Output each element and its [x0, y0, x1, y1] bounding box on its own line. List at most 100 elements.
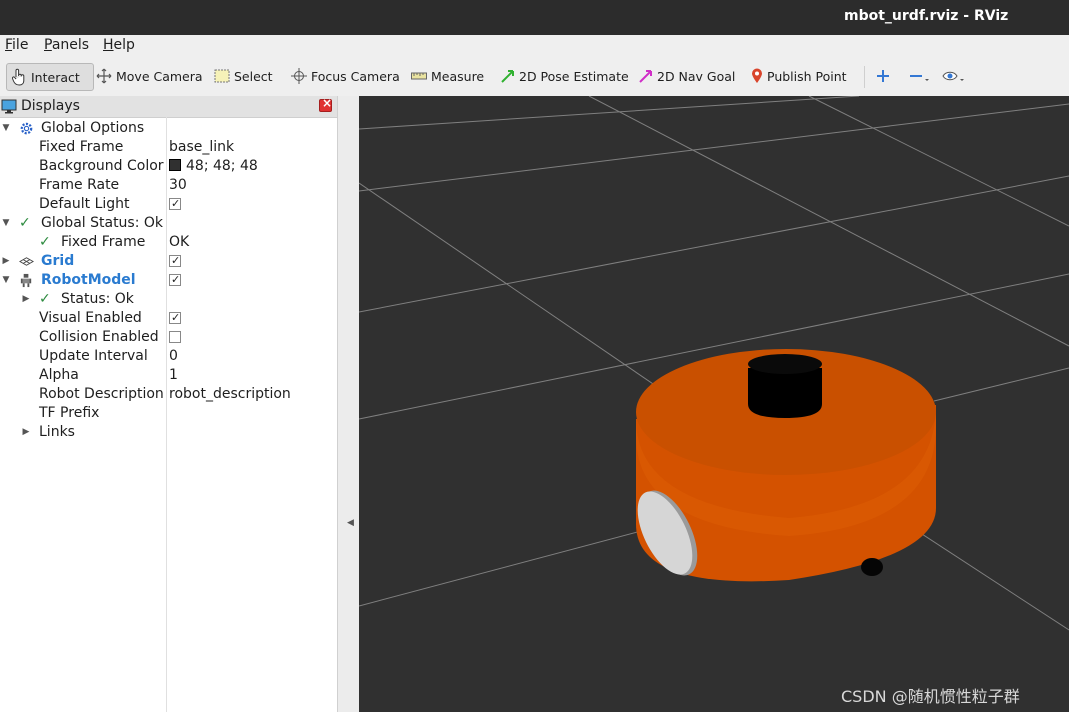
grid-checkbox[interactable] [169, 251, 181, 270]
robot-model-label: RobotModel [41, 272, 136, 288]
property-row-default-light[interactable]: Default Light [0, 194, 337, 214]
property-row-tf-prefix[interactable]: TF Prefix [0, 404, 337, 423]
robot-description-label: Robot Description [39, 386, 164, 402]
add-tool-button[interactable] [876, 63, 890, 89]
plus-icon [877, 70, 889, 82]
collapse-arrow-icon[interactable]: ▶ [21, 290, 31, 309]
robot-model[interactable] [626, 349, 936, 584]
collapse-arrow-icon[interactable]: ▶ [1, 252, 11, 271]
robot-description-value[interactable]: robot_description [169, 385, 291, 404]
collision-enabled-checkbox[interactable] [169, 331, 181, 343]
close-panel-button[interactable] [319, 96, 332, 112]
select-tool-button[interactable]: Select [214, 63, 273, 89]
ruler-icon [411, 72, 427, 80]
fixed-frame-label: Fixed Frame [39, 139, 124, 155]
window-title: mbot_urdf.rviz - RViz [844, 8, 1009, 24]
nav-goal-tool-button[interactable]: 2D Nav Goal [639, 63, 735, 89]
robot-rear-caster [861, 558, 883, 576]
move-camera-label: Move Camera [116, 68, 203, 84]
gear-icon [20, 122, 33, 135]
tree-row-global-status[interactable]: ▼ ✓ Global Status: Ok [0, 214, 337, 233]
interact-tool-button[interactable]: Interact [6, 63, 94, 91]
publish-point-label: Publish Point [767, 68, 847, 84]
frame-rate-label: Frame Rate [39, 177, 120, 193]
focus-camera-tool-button[interactable]: Focus Camera [291, 63, 400, 89]
background-color-value[interactable]: 48; 48; 48 [169, 157, 258, 176]
alpha-value[interactable]: 1 [169, 366, 178, 385]
tree-row-grid[interactable]: ▶ Grid [0, 251, 337, 271]
pose-estimate-label: 2D Pose Estimate [519, 68, 629, 84]
property-row-status-fixed-frame[interactable]: ✓ Fixed Frame OK [0, 233, 337, 252]
status-ok-icon: ✓ [39, 291, 51, 307]
property-row-visual-enabled[interactable]: Visual Enabled [0, 308, 337, 328]
render-viewport[interactable] [359, 96, 1069, 712]
measure-label: Measure [431, 68, 485, 84]
frame-rate-value[interactable]: 30 [169, 176, 187, 195]
robot-sensor-cylinder [748, 368, 822, 418]
robot-icon [20, 273, 32, 288]
panel-splitter[interactable]: ◀ [337, 96, 360, 712]
update-interval-label: Update Interval [39, 348, 148, 364]
toolbar-separator [864, 66, 865, 88]
property-row-alpha[interactable]: Alpha 1 [0, 366, 337, 385]
hand-pointer-icon [11, 68, 25, 86]
fixed-frame-value[interactable]: base_link [169, 138, 234, 157]
status-fixed-frame-value: OK [169, 234, 190, 250]
tree-row-robot-model[interactable]: ▼ RobotModel [0, 270, 337, 290]
displays-panel-header: Displays [0, 96, 337, 118]
status-ok-icon: ✓ [19, 215, 31, 231]
eye-icon [942, 71, 964, 81]
measure-tool-button[interactable]: Measure [411, 63, 484, 89]
background-color-label: Background Color [39, 158, 164, 174]
visual-enabled-label: Visual Enabled [39, 310, 142, 326]
move-camera-tool-button[interactable]: Move Camera [96, 63, 203, 89]
view-tool-button[interactable] [942, 63, 964, 89]
toolbar: Interact Move Camera Select Focus Camera… [0, 57, 1069, 97]
publish-point-tool-button[interactable]: Publish Point [751, 63, 847, 89]
property-row-update-interval[interactable]: Update Interval 0 [0, 347, 337, 366]
property-row-fixed-frame[interactable]: Fixed Frame base_link [0, 138, 337, 157]
property-row-background-color[interactable]: Background Color 48; 48; 48 [0, 157, 337, 176]
global-options-label: Global Options [41, 120, 145, 136]
menu-help[interactable]: Help [103, 37, 135, 53]
visual-enabled-checkbox[interactable] [169, 308, 181, 327]
green-arrow-icon [501, 70, 514, 83]
collision-enabled-label: Collision Enabled [39, 329, 159, 345]
collapse-arrow-icon[interactable]: ▶ [21, 423, 31, 442]
color-swatch [169, 159, 181, 171]
watermark: CSDN @随机惯性粒子群 [841, 687, 1020, 706]
expand-arrow-icon[interactable]: ▼ [1, 119, 11, 138]
menu-panels[interactable]: Panels [44, 37, 89, 53]
collapse-left-icon[interactable]: ◀ [347, 518, 354, 528]
property-row-robot-description[interactable]: Robot Description robot_description [0, 385, 337, 404]
monitor-icon [1, 99, 17, 114]
focus-camera-label: Focus Camera [311, 68, 400, 84]
default-light-checkbox[interactable] [169, 194, 181, 213]
interact-label: Interact [31, 69, 80, 85]
map-pin-icon [752, 68, 762, 83]
window-title-bar: mbot_urdf.rviz - RViz [0, 0, 1069, 35]
tf-prefix-label: TF Prefix [39, 405, 100, 421]
menu-bar: File Panels Help [0, 35, 1069, 57]
status-ok-label: Status: Ok [61, 291, 134, 307]
robot-model-checkbox[interactable] [169, 270, 181, 289]
grid-icon [19, 257, 34, 266]
nav-goal-label: 2D Nav Goal [657, 68, 736, 84]
displays-title: Displays [21, 98, 80, 114]
remove-tool-button[interactable] [909, 63, 929, 89]
property-row-collision-enabled[interactable]: Collision Enabled [0, 328, 337, 347]
scene-3d[interactable] [359, 96, 1069, 712]
menu-file[interactable]: File [5, 37, 28, 53]
alpha-label: Alpha [39, 367, 79, 383]
property-row-frame-rate[interactable]: Frame Rate 30 [0, 176, 337, 195]
update-interval-value[interactable]: 0 [169, 347, 178, 366]
tree-row-status-ok[interactable]: ▶ ✓ Status: Ok [0, 290, 337, 309]
expand-arrow-icon[interactable]: ▼ [1, 271, 11, 290]
tree-row-global-options[interactable]: ▼ Global Options [0, 119, 337, 138]
tree-row-links[interactable]: ▶ Links [0, 423, 337, 442]
magenta-arrow-icon [639, 70, 652, 83]
default-light-label: Default Light [39, 196, 130, 212]
status-fixed-frame-label: Fixed Frame [61, 234, 146, 250]
pose-estimate-tool-button[interactable]: 2D Pose Estimate [501, 63, 629, 89]
expand-arrow-icon[interactable]: ▼ [1, 214, 11, 233]
